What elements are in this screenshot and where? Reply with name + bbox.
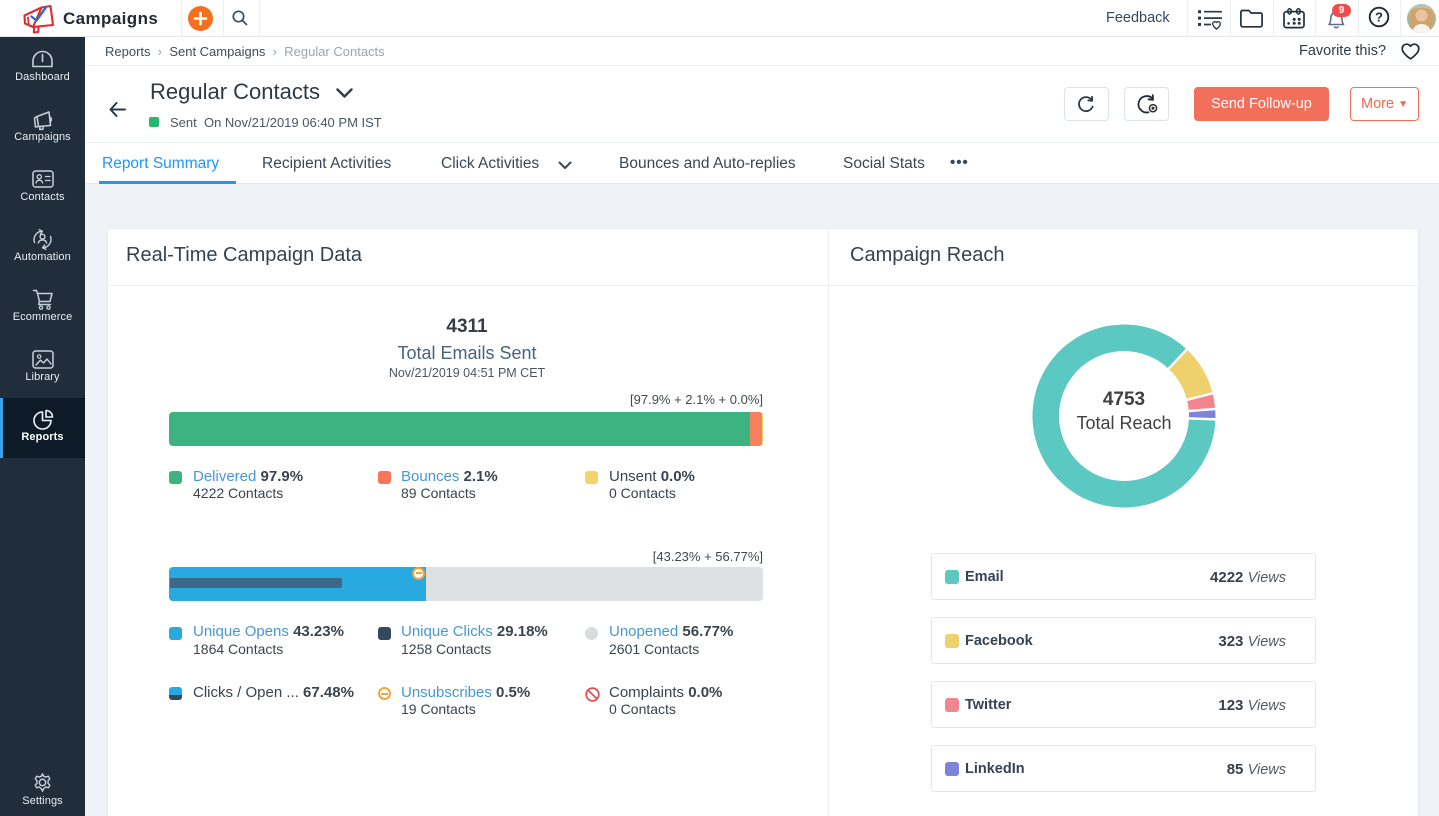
svg-text:?: ? bbox=[1375, 10, 1383, 25]
